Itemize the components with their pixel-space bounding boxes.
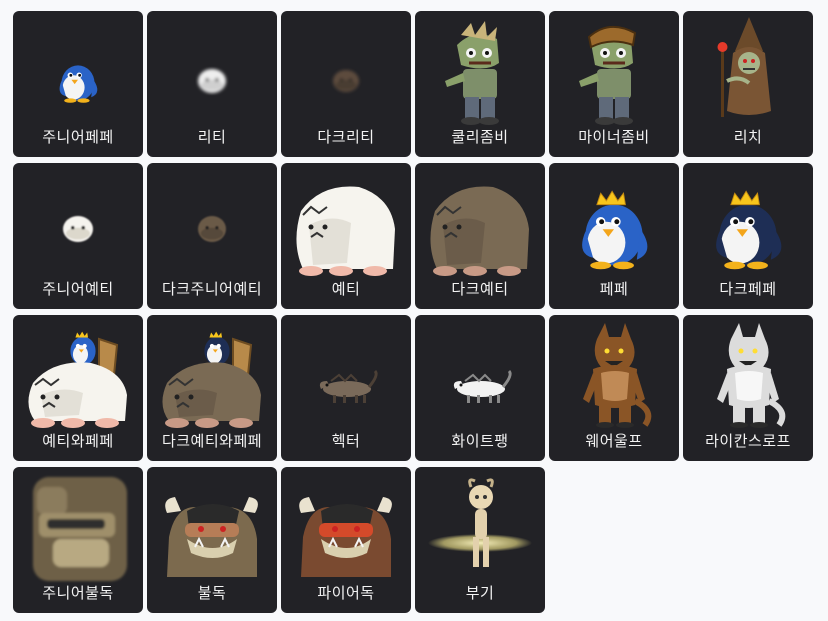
monster-name: 다크예티 (451, 280, 509, 298)
monster-card[interactable]: 주니어페페 (13, 11, 143, 157)
monster-name: 리치 (733, 128, 763, 146)
monster-card[interactable]: 다크페페 (683, 163, 813, 309)
leatty-icon (147, 11, 277, 129)
monster-card[interactable]: 주니어불독 (13, 467, 143, 613)
junior-bulldog-icon (13, 467, 143, 585)
bulldog-icon (147, 467, 277, 585)
werewolf-icon (549, 315, 679, 433)
monster-name: 주니어불독 (42, 584, 114, 602)
monster-name: 쿨리좀비 (451, 128, 509, 146)
monster-name: 파이어독 (317, 584, 375, 602)
lycanthrope-icon (683, 315, 813, 433)
monster-name: 예티 (331, 280, 361, 298)
lich-icon (683, 11, 813, 129)
monster-name: 다크리티 (317, 128, 375, 146)
miner-zombie-icon (549, 11, 679, 129)
monster-card[interactable]: 부기 (415, 467, 545, 613)
monster-name: 부기 (465, 584, 495, 602)
monster-card[interactable]: 라이칸스로프 (683, 315, 813, 461)
monster-card[interactable]: 예티와페페 (13, 315, 143, 461)
monster-card[interactable]: 주니어예티 (13, 163, 143, 309)
monster-name: 헥터 (331, 432, 361, 450)
monster-name: 주니어예티 (42, 280, 114, 298)
monster-card[interactable]: 마이너좀비 (549, 11, 679, 157)
monster-name: 불독 (197, 584, 227, 602)
dark-pepe-icon (683, 163, 813, 281)
monster-card[interactable]: 화이트팽 (415, 315, 545, 461)
coolie-zombie-icon (415, 11, 545, 129)
hector-icon (281, 315, 411, 433)
yeti-and-pepe-icon (13, 315, 143, 433)
monster-name: 다크페페 (719, 280, 777, 298)
monster-name: 다크예티와페페 (161, 432, 263, 450)
monster-card[interactable]: 리치 (683, 11, 813, 157)
monster-name: 마이너좀비 (578, 128, 650, 146)
yeti-icon (281, 163, 411, 281)
monster-card[interactable]: 헥터 (281, 315, 411, 461)
monster-card[interactable]: 다크예티와페페 (147, 315, 277, 461)
monster-card[interactable]: 불독 (147, 467, 277, 613)
monster-card[interactable]: 다크리티 (281, 11, 411, 157)
pepe-icon (549, 163, 679, 281)
monster-card[interactable]: 파이어독 (281, 467, 411, 613)
dark-yeti-and-pepe-icon (147, 315, 277, 433)
dark-leatty-icon (281, 11, 411, 129)
monster-card[interactable]: 쿨리좀비 (415, 11, 545, 157)
monster-card[interactable]: 리티 (147, 11, 277, 157)
monster-card[interactable]: 웨어울프 (549, 315, 679, 461)
monster-card[interactable]: 예티 (281, 163, 411, 309)
monster-grid: 주니어페페 리티 다크리티 쿨리좀비 마이너좀비 리치 주니어예티 다크주니어예… (13, 11, 813, 613)
monster-name: 다크주니어예티 (161, 280, 263, 298)
boogie-icon (415, 467, 545, 585)
white-fang-icon (415, 315, 545, 433)
monster-name: 페페 (599, 280, 629, 298)
junior-pepe-icon (13, 11, 143, 129)
junior-yeti-icon (13, 163, 143, 281)
monster-name: 예티와페페 (42, 432, 114, 450)
dark-yeti-icon (415, 163, 545, 281)
firedog-icon (281, 467, 411, 585)
dark-junior-yeti-icon (147, 163, 277, 281)
monster-card[interactable]: 페페 (549, 163, 679, 309)
monster-card[interactable]: 다크예티 (415, 163, 545, 309)
monster-card[interactable]: 다크주니어예티 (147, 163, 277, 309)
monster-name: 화이트팽 (451, 432, 509, 450)
monster-name: 리티 (197, 128, 227, 146)
monster-name: 라이칸스로프 (705, 432, 791, 450)
monster-name: 웨어울프 (585, 432, 643, 450)
monster-name: 주니어페페 (42, 128, 114, 146)
